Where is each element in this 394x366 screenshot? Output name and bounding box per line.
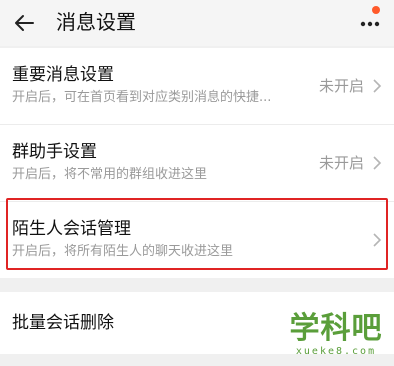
chevron-right-icon: [373, 233, 382, 247]
setting-stranger-chats[interactable]: 陌生人会话管理 开启后，将所有陌生人的聊天收进这里: [0, 201, 394, 278]
more-dots-icon: [360, 21, 380, 27]
setting-description: 开启后，将所有陌生人的聊天收进这里: [12, 244, 234, 259]
settings-list: 重要消息设置 开启后，可在首页看到对应类别消息的快捷... 未开启 群助手设置 …: [0, 48, 394, 278]
setting-description: 开启后，可在首页看到对应类别消息的快捷...: [12, 90, 272, 105]
notification-badge: [372, 6, 380, 14]
setting-title: 批量会话删除: [12, 313, 114, 333]
watermark-text: 学科吧: [289, 311, 383, 346]
more-button[interactable]: [354, 6, 386, 38]
setting-title: 重要消息设置: [12, 65, 114, 85]
chevron-right-icon: [373, 156, 382, 170]
setting-important-messages[interactable]: 重要消息设置 开启后，可在首页看到对应类别消息的快捷... 未开启: [0, 48, 394, 124]
setting-title: 陌生人会话管理: [12, 219, 131, 239]
setting-title: 群助手设置: [12, 142, 97, 162]
setting-status: 未开启: [318, 77, 364, 95]
chevron-right-icon: [373, 79, 382, 93]
watermark-url: xueke8.com: [295, 346, 377, 357]
back-button[interactable]: [8, 7, 40, 39]
watermark-logo: 学科吧 xueke8.com: [286, 312, 386, 358]
setting-status: 未开启: [318, 154, 364, 172]
setting-description: 开启后，将不常用的群组收进这里: [12, 167, 208, 182]
header-bar: 消息设置: [0, 0, 394, 46]
section-divider: [0, 278, 394, 292]
arrow-left-icon: [15, 15, 34, 31]
page-title: 消息设置: [56, 10, 136, 34]
setting-group-assistant[interactable]: 群助手设置 开启后，将不常用的群组收进这里 未开启: [0, 124, 394, 201]
